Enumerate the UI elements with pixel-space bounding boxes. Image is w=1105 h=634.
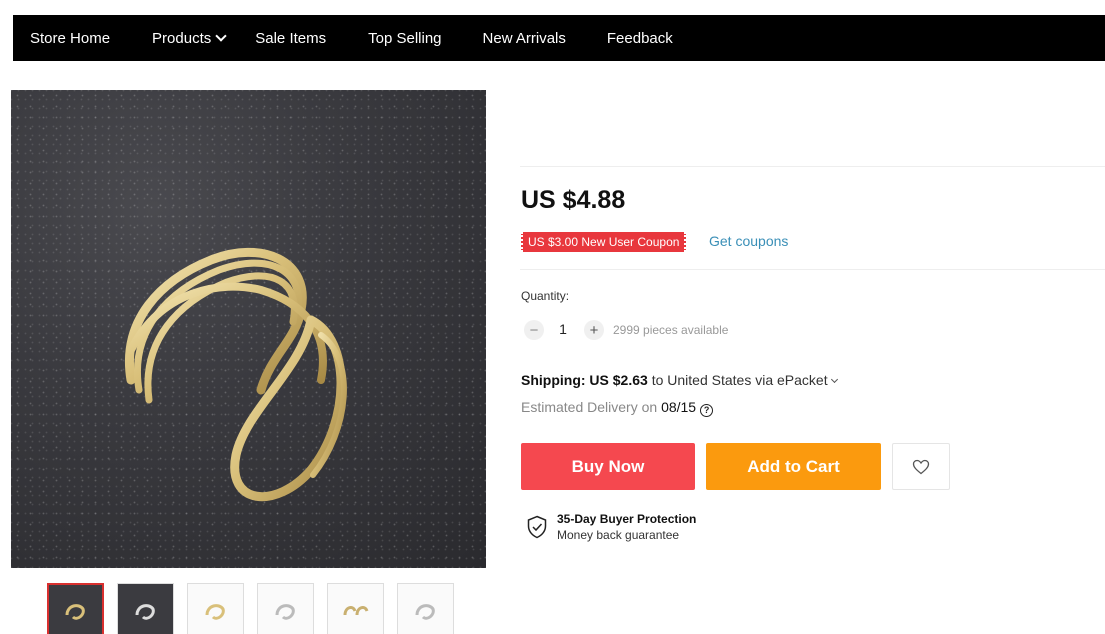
price: US $4.88 xyxy=(521,186,626,214)
quantity-label: Quantity: xyxy=(521,289,570,303)
question-icon[interactable]: ? xyxy=(700,403,714,417)
bangle-thumb-icon xyxy=(415,603,435,620)
delivery-date: 08/15 xyxy=(661,399,697,415)
thumbnail-3[interactable] xyxy=(187,583,244,634)
bangle-thumb-icon xyxy=(275,603,295,620)
buy-now-button[interactable]: Buy Now xyxy=(521,443,695,490)
nav-top-selling[interactable]: Top Selling xyxy=(368,15,441,61)
plus-icon: + xyxy=(589,321,599,339)
buyer-protection-title: 35-Day Buyer Protection xyxy=(557,512,697,526)
bangle-thumb-icon xyxy=(205,603,225,620)
divider xyxy=(520,166,1105,167)
thumbnail-1[interactable] xyxy=(47,583,104,634)
chevron-down-icon xyxy=(215,30,227,42)
buyer-protection-subtitle: Money back guarantee xyxy=(557,528,680,542)
nav-products-label: Products xyxy=(152,29,212,47)
estimated-delivery: Estimated Delivery on 08/15? xyxy=(521,399,714,417)
heart-icon xyxy=(912,459,930,474)
thumbnail-2[interactable] xyxy=(117,583,174,634)
thumbnail-4[interactable] xyxy=(257,583,314,634)
get-coupons-link[interactable]: Get coupons xyxy=(709,233,788,249)
shipping-destination: to United States via ePacket xyxy=(647,372,828,388)
nav-store-home[interactable]: Store Home xyxy=(30,15,110,61)
quantity-increase-button[interactable]: + xyxy=(584,320,604,340)
main-product-image[interactable] xyxy=(11,90,486,568)
nav-sale-items[interactable]: Sale Items xyxy=(255,15,326,61)
delivery-label: Estimated Delivery on xyxy=(521,399,662,415)
nav-feedback[interactable]: Feedback xyxy=(607,15,673,61)
nav-new-arrivals[interactable]: New Arrivals xyxy=(483,15,566,61)
quantity-decrease-button[interactable]: − xyxy=(524,320,544,340)
add-to-cart-button[interactable]: Add to Cart xyxy=(706,443,881,490)
store-nav-bar: Store Home Products Sale Items Top Selli… xyxy=(13,15,1105,61)
chevron-down-icon xyxy=(830,375,838,384)
thumbnail-strip xyxy=(47,583,454,634)
bangle-illustration xyxy=(125,247,347,502)
coupon-badge[interactable]: US $3.00 New User Coupon xyxy=(521,232,687,252)
thumbnail-6[interactable] xyxy=(397,583,454,634)
bangle-thumb-icon xyxy=(135,603,155,620)
wishlist-button[interactable] xyxy=(892,443,950,490)
minus-icon: − xyxy=(529,321,539,339)
thumbnail-5[interactable] xyxy=(327,583,384,634)
shield-check-icon xyxy=(527,515,547,539)
shipping-cost: Shipping: US $2.63 xyxy=(521,372,648,388)
shipping-selector[interactable]: Shipping: US $2.63 to United States via … xyxy=(521,372,838,388)
quantity-input[interactable]: 1 xyxy=(558,321,568,337)
bangle-thumb-icon xyxy=(343,605,368,615)
nav-products[interactable]: Products xyxy=(152,15,227,61)
divider xyxy=(520,269,1105,270)
available-stock: 2999 pieces available xyxy=(613,323,729,337)
bangle-thumb-icon xyxy=(65,603,85,620)
